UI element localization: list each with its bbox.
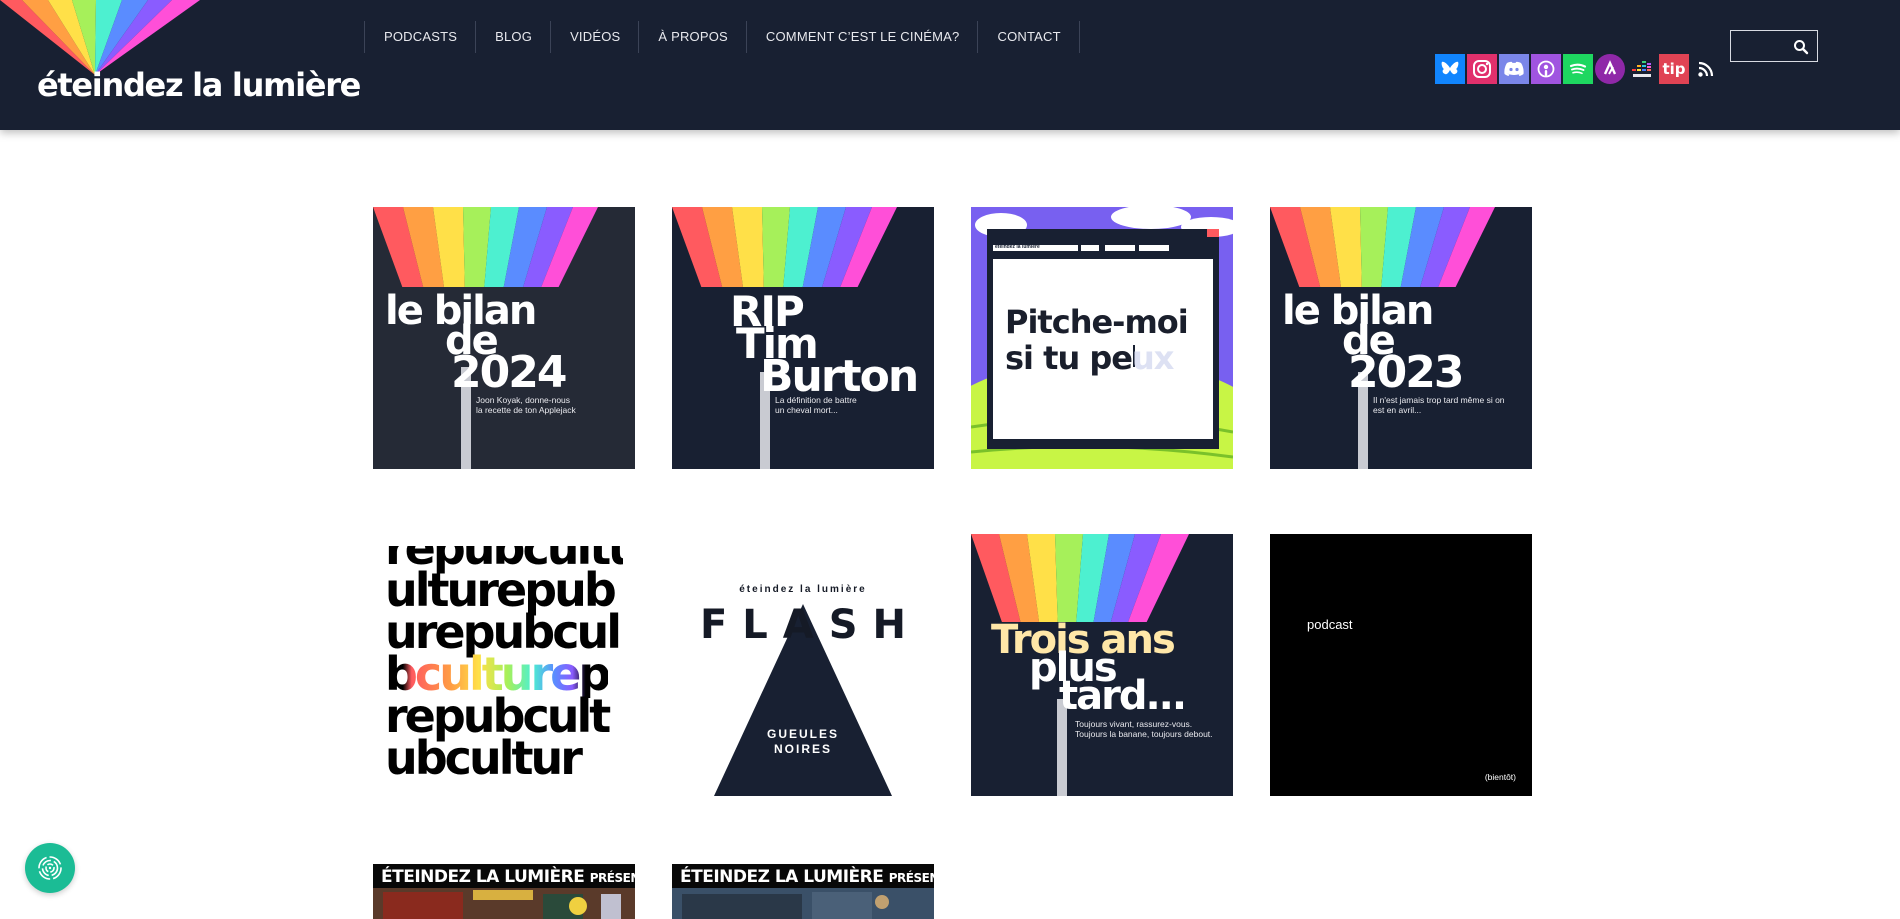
- logo-text: éteindez la lumière: [37, 66, 361, 104]
- rainbow-rays-icon: [0, 0, 200, 75]
- tile-title-line: 2024: [451, 347, 567, 398]
- tile-subtitle: un cheval mort...: [775, 405, 838, 415]
- banner-text: ÉTEINDEZ LA LUMIÈRE: [381, 867, 585, 887]
- nav-contact[interactable]: CONTACT: [977, 21, 1080, 53]
- search-input[interactable]: [1731, 31, 1795, 61]
- apple-podcasts-icon[interactable]: [1531, 54, 1561, 84]
- tile-label: podcast: [1307, 617, 1353, 632]
- flash-word: FLASH: [699, 602, 922, 648]
- tile-pitche-moi[interactable]: éteindez la lumière Pitche-moi si tu peu…: [971, 207, 1233, 469]
- tile-title-line: Burton: [760, 351, 919, 402]
- banner-text: ÉTEINDEZ LA LUMIÈRE: [680, 867, 884, 887]
- tile-title-line: si tu pe: [1005, 339, 1133, 377]
- main-nav: PODCASTS BLOG VIDÉOS À PROPOS COMMENT C’…: [364, 21, 1080, 53]
- flash-top-label: éteindez la lumière: [739, 584, 867, 595]
- nav-videos[interactable]: VIDÉOS: [550, 21, 638, 53]
- tile-title-faded: ux: [1131, 339, 1174, 377]
- search-icon[interactable]: [1793, 39, 1809, 55]
- floating-fingerprint-button[interactable]: [25, 843, 75, 893]
- nav-podcasts[interactable]: PODCASTS: [364, 21, 475, 53]
- tile-title-line: Pitche-moi: [1005, 303, 1189, 341]
- site-logo[interactable]: éteindez la lumière: [0, 0, 361, 110]
- rss-icon[interactable]: [1691, 54, 1721, 84]
- podcast-addict-icon[interactable]: [1595, 54, 1625, 84]
- tile-subtitle: la recette de ton Applejack: [476, 405, 576, 415]
- tile-subtitle: Joon Koyak, donne-nous: [476, 395, 571, 405]
- nav-comment-cest-le-cinema[interactable]: COMMENT C’EST LE CINÉMA?: [745, 21, 978, 53]
- instagram-icon[interactable]: [1467, 54, 1497, 84]
- tile-subtitle: est en avril...: [1373, 405, 1422, 415]
- nav-blog[interactable]: BLOG: [475, 21, 550, 53]
- tile-trois-ans-plus-tard[interactable]: Trois ans plus tard... Toujours vivant, …: [971, 534, 1233, 796]
- nav-a-propos[interactable]: À PROPOS: [638, 21, 746, 53]
- tile-soon-label: (bientôt): [1484, 772, 1516, 782]
- flash-subtitle: GUEULES: [766, 727, 839, 741]
- search-box: [1730, 30, 1818, 62]
- spotify-icon[interactable]: [1563, 54, 1593, 84]
- banner-small: PRÉSENTE: [888, 871, 934, 885]
- tile-presente-1[interactable]: ÉTEINDEZ LA LUMIÈRE PRÉSENTE: [373, 864, 635, 919]
- rainbow-rays-icon: [1270, 207, 1532, 469]
- social-links: tip: [1435, 54, 1721, 84]
- tile-banner: ÉTEINDEZ LA LUMIÈRE PRÉSENTE: [672, 864, 934, 888]
- tipeee-icon[interactable]: tip: [1659, 54, 1689, 84]
- tile-rip-tim-burton[interactable]: RIP Tim Burton La définition de battre u…: [672, 207, 934, 469]
- tile-title-line: 2023: [1348, 347, 1464, 398]
- tile-subtitle: Toujours la banane, toujours debout.: [1075, 729, 1213, 739]
- site-header: éteindez la lumière PODCASTS BLOG VIDÉOS…: [0, 0, 1900, 130]
- bluesky-icon[interactable]: [1435, 54, 1465, 84]
- wordart-block: repubcultu ulturepub urepubcul bculturep…: [385, 546, 623, 784]
- discord-icon[interactable]: [1499, 54, 1529, 84]
- tile-flash-gueules-noires[interactable]: éteindez la lumière FLASH GUEULES NOIRES: [672, 534, 934, 796]
- tile-presente-2[interactable]: ÉTEINDEZ LA LUMIÈRE PRÉSENTE: [672, 864, 934, 919]
- tile-subtitle: La définition de battre: [775, 395, 857, 405]
- tile-subtitle: Il n'est jamais trop tard même si on: [1373, 395, 1505, 405]
- banner-small: PRÉSENTE: [589, 871, 635, 885]
- wordart-line: ubcultur: [385, 731, 583, 784]
- tile-bilan-2023[interactable]: le bilan de 2023 Il n'est jamais trop ta…: [1270, 207, 1532, 469]
- tile-podcast-bientot[interactable]: podcast (bientôt): [1270, 534, 1532, 796]
- tile-republiculture[interactable]: repubcultu ulturepub urepubcul bculturep…: [373, 534, 635, 796]
- tile-title-line: tard...: [1059, 673, 1187, 719]
- tile-subtitle: Toujours vivant, rassurez-vous.: [1075, 719, 1193, 729]
- tile-banner: ÉTEINDEZ LA LUMIÈRE PRÉSENTE: [373, 864, 635, 888]
- tile-bilan-2024[interactable]: le bilan de 2024 Joon Koyak, donne-nous …: [373, 207, 635, 469]
- flash-subtitle: NOIRES: [773, 742, 832, 756]
- deezer-icon[interactable]: [1627, 54, 1657, 84]
- editor-toolbar-label: éteindez la lumière: [995, 244, 1040, 250]
- tile-title: Pitche-moi si tu peux: [1005, 303, 1189, 377]
- rainbow-rays-icon: [373, 207, 635, 469]
- fingerprint-icon: [38, 856, 62, 880]
